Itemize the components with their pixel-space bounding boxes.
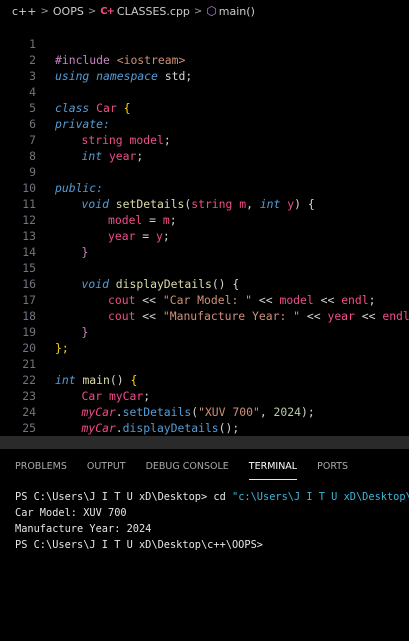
breadcrumb-separator: >	[193, 5, 203, 17]
code-line[interactable]: 13 }	[0, 212, 409, 259]
terminal-line: PS C:\Users\J I T U xD\Desktop> cd "c:\U…	[15, 489, 409, 505]
code-line[interactable]: 7 int year;	[0, 116, 409, 163]
terminal-line: Manufacture Year: 2024	[15, 523, 152, 535]
code-line[interactable]: 17 cout << "Manufacture Year: " << year …	[0, 276, 409, 323]
breadcrumb-separator: >	[40, 5, 49, 17]
breadcrumb-item-file[interactable]: CLASSES.cpp	[117, 5, 190, 18]
code-line[interactable]: 24 myCar.displayDetails();	[0, 388, 409, 435]
terminal-command: cd	[213, 491, 226, 503]
panel-tab-bar: PROBLEMS OUTPUT DEBUG CONSOLE TERMINAL P…	[0, 449, 409, 485]
code-line[interactable]: 26 return 0;	[0, 420, 409, 448]
code-line[interactable]: 5 private:	[0, 84, 409, 131]
tab-terminal[interactable]: TERMINAL	[248, 449, 298, 485]
code-line[interactable]: 23 myCar.setDetails("XUV 700", 2024);	[0, 372, 409, 419]
code-line[interactable]: 14	[0, 228, 409, 259]
breadcrumb-separator: >	[87, 5, 97, 17]
vscode-window: c++ > OOPS > C+ CLASSES.cpp > ⬡ main() 1…	[0, 0, 409, 641]
breadcrumb-item-cpp-folder[interactable]: c++	[12, 5, 36, 18]
breadcrumb-item-oops-folder[interactable]: OOPS	[53, 5, 84, 18]
terminal-prompt: PS C:\Users\J I T U xD\Desktop>	[15, 491, 214, 503]
code-line[interactable]: 2 using namespace std;	[0, 36, 409, 83]
code-line-current[interactable]: 27 }	[0, 436, 409, 448]
breadcrumb: c++ > OOPS > C+ CLASSES.cpp > ⬡ main()	[0, 0, 409, 22]
code-line[interactable]: 6 string model;	[0, 100, 409, 147]
code-line[interactable]: 16 cout << "Car Model: " << model << end…	[0, 260, 409, 307]
breadcrumb-item-symbol[interactable]: main()	[219, 5, 255, 18]
code-line[interactable]: 12 year = y;	[0, 196, 409, 243]
tab-ports[interactable]: PORTS	[317, 449, 348, 485]
function-symbol-icon: ⬡	[206, 4, 217, 18]
code-line[interactable]: 4 class Car {	[0, 68, 409, 115]
code-line[interactable]: 20	[0, 324, 409, 355]
terminal-line: Car Model: XUV 700	[15, 507, 127, 519]
code-line[interactable]: 10 void setDetails(string m, int y) {	[0, 164, 409, 211]
code-line[interactable]: 22 Car myCar;	[0, 356, 409, 403]
code-line[interactable]: 11 model = m;	[0, 180, 409, 227]
cpp-file-icon: C+	[100, 5, 115, 17]
code-editor[interactable]: 1 #include <iostream> 2 using namespace …	[0, 20, 409, 448]
terminal-command-args: "c:\Users\J I T U xD\Desktop\c++	[231, 491, 409, 503]
code-line[interactable]: 8	[0, 132, 409, 163]
tab-output[interactable]: OUTPUT	[87, 449, 126, 485]
code-line[interactable]: 1 #include <iostream>	[0, 20, 409, 67]
code-line[interactable]: 3	[0, 52, 409, 83]
code-line[interactable]: 21 int main() {	[0, 340, 409, 387]
code-line[interactable]: 9 public:	[0, 148, 409, 195]
code-line[interactable]: 25	[0, 404, 409, 435]
bottom-panel: PROBLEMS OUTPUT DEBUG CONSOLE TERMINAL P…	[0, 448, 409, 641]
code-line[interactable]: 15 void displayDetails() {	[0, 244, 409, 291]
terminal-prompt-line: PS C:\Users\J I T U xD\Desktop\c++\OOPS>	[15, 539, 263, 551]
tab-problems[interactable]: PROBLEMS	[15, 449, 67, 485]
terminal-output[interactable]: PS C:\Users\J I T U xD\Desktop> cd "c:\U…	[0, 485, 409, 553]
tab-debug-console[interactable]: DEBUG CONSOLE	[146, 449, 229, 485]
code-line[interactable]: 18 }	[0, 292, 409, 339]
code-line[interactable]: 19 };	[0, 308, 409, 355]
